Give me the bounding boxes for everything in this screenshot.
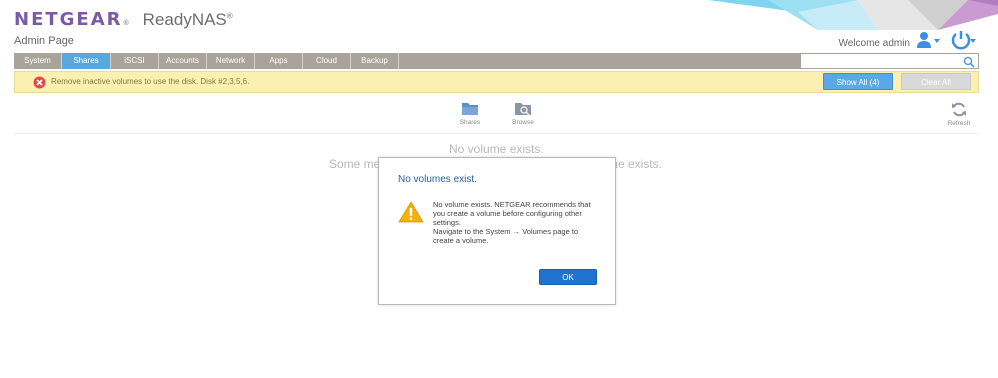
welcome-text: Welcome admin bbox=[838, 38, 910, 49]
tab-apps[interactable]: Apps bbox=[255, 53, 303, 69]
header: NETGEAR ® ReadyNAS® Admin Page Welcome ad… bbox=[0, 0, 998, 52]
search-icon[interactable] bbox=[963, 56, 975, 68]
alert-message: Remove inactive volumes to use the disk.… bbox=[51, 77, 250, 86]
refresh-toolbar-button[interactable]: Refresh bbox=[939, 102, 979, 127]
shares-toolbar-button[interactable]: Shares bbox=[450, 101, 490, 126]
tab-system[interactable]: System bbox=[14, 53, 62, 69]
dialog-message-line1: No volume exists. NETGEAR recommends tha… bbox=[433, 200, 591, 227]
browse-toolbar-button[interactable]: Browse bbox=[503, 101, 543, 126]
folder-icon bbox=[462, 103, 478, 115]
empty-state-title: No volume exists. bbox=[449, 142, 544, 156]
product-name: ReadyNAS® bbox=[143, 10, 233, 30]
decorative-header-shapes bbox=[708, 0, 998, 30]
tab-accounts[interactable]: Accounts bbox=[159, 53, 207, 69]
tab-network[interactable]: Network bbox=[207, 53, 255, 69]
dialog-message: No volume exists. NETGEAR recommends tha… bbox=[433, 200, 599, 245]
clear-all-button[interactable]: Clear All bbox=[901, 73, 971, 90]
empty-state-text-right: me exists. bbox=[608, 157, 663, 171]
user-menu-icon[interactable] bbox=[916, 31, 942, 49]
page-subtitle: Admin Page bbox=[14, 35, 74, 47]
browse-folder-icon bbox=[515, 103, 531, 116]
refresh-toolbar-label: Refresh bbox=[947, 120, 971, 127]
warning-icon bbox=[398, 201, 424, 223]
no-volumes-dialog: No volumes exist. No volume exists. NETG… bbox=[378, 157, 616, 305]
shares-toolbar-label: Shares bbox=[459, 119, 481, 126]
browse-toolbar-label: Browse bbox=[512, 119, 534, 126]
brand-registered-mark: ® bbox=[123, 20, 129, 27]
power-menu-icon[interactable] bbox=[950, 30, 978, 50]
tab-backup[interactable]: Backup bbox=[351, 53, 399, 69]
empty-state-text-left: Some me bbox=[329, 157, 381, 171]
tab-cloud[interactable]: Cloud bbox=[303, 53, 351, 69]
brand-logo: NETGEAR ® ReadyNAS® bbox=[14, 9, 233, 30]
refresh-icon bbox=[952, 102, 966, 117]
dialog-title: No volumes exist. bbox=[398, 174, 477, 185]
show-all-button[interactable]: Show All (4) bbox=[823, 73, 893, 90]
product-name-text: ReadyNAS bbox=[142, 10, 227, 29]
netgear-logo-text: NETGEAR bbox=[14, 9, 123, 30]
tab-shares[interactable]: Shares bbox=[62, 53, 111, 69]
product-registered-mark: ® bbox=[226, 11, 233, 21]
dialog-message-line2: Navigate to the System → Volumes page to… bbox=[433, 227, 579, 245]
search-input[interactable] bbox=[800, 53, 979, 69]
tab-iscsi[interactable]: iSCSI bbox=[111, 53, 159, 69]
toolbar-divider bbox=[14, 133, 979, 134]
ok-button[interactable]: OK bbox=[539, 269, 597, 285]
error-icon bbox=[33, 76, 46, 89]
alert-banner: Remove inactive volumes to use the disk.… bbox=[14, 71, 979, 93]
